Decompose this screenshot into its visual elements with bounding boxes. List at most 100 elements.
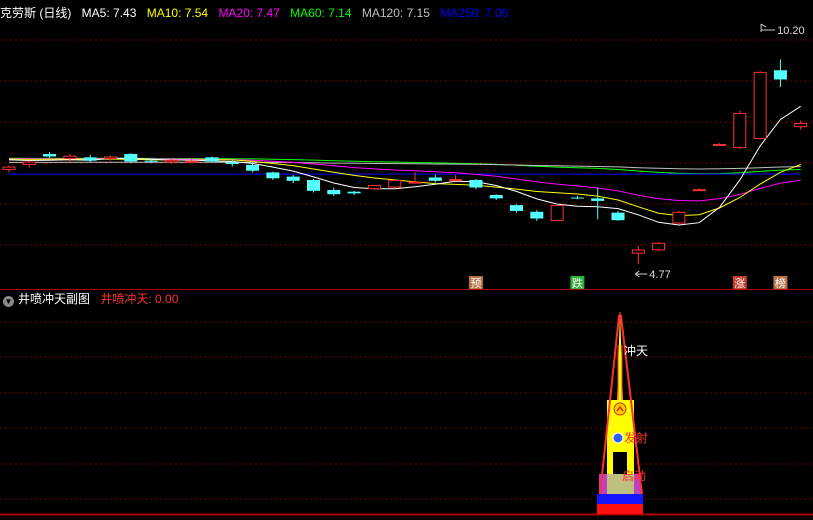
candle [672, 210, 686, 225]
candle [570, 195, 584, 200]
candle [489, 194, 503, 201]
moving-average-lines [8, 105, 801, 226]
price-labels: 10.20 4.77 [634, 23, 805, 281]
signal-label: 跌 [572, 276, 583, 290]
candle-body [489, 195, 503, 199]
candle [286, 174, 300, 184]
candle [327, 187, 341, 196]
candle [225, 159, 239, 167]
sub-chart-title[interactable]: 井喷冲天副图 [18, 292, 90, 306]
candle [428, 174, 442, 183]
ma20-line [8, 158, 801, 202]
candle-body [367, 184, 381, 190]
candle-body [164, 159, 178, 163]
candle-body [652, 242, 666, 251]
candle-body [469, 179, 483, 188]
candle [83, 154, 97, 163]
candle-body [185, 160, 199, 163]
candle [530, 210, 544, 221]
candle-body [408, 181, 422, 184]
signal-label: 涨 [734, 277, 745, 290]
candle-body [104, 156, 117, 160]
candle-body [63, 155, 77, 160]
candle [611, 210, 625, 221]
candle [347, 190, 361, 196]
low-price-label: 4.77 [649, 269, 670, 281]
high-arrow [760, 23, 767, 32]
annotation-top: 冲天 [624, 343, 648, 358]
signal-label: 预 [470, 277, 481, 290]
candle-body [692, 189, 706, 192]
candle-body [428, 177, 442, 181]
candle-body [733, 112, 747, 149]
tower-base-red [597, 504, 643, 514]
high-price-label: 10.20 [777, 25, 805, 37]
ma20-label: MA20: 7.47 [218, 6, 280, 20]
candle [367, 184, 381, 190]
candle [22, 160, 36, 168]
candle-body [2, 166, 16, 170]
candle [510, 204, 523, 213]
candle-body [347, 191, 361, 194]
annotation-launch: 发射 [624, 430, 648, 445]
candle-body [22, 161, 36, 165]
candle-body [672, 211, 686, 224]
tower-base-blue [597, 494, 643, 504]
candle-body [449, 179, 463, 182]
candle-body [388, 179, 402, 188]
candle-body [286, 176, 300, 181]
chart-canvas: 10.20 4.77 预 跌 涨 榜 冲天发射启动 [0, 23, 813, 516]
candle [104, 155, 117, 161]
candle-body [307, 179, 320, 191]
candle-body [225, 162, 239, 165]
ma10-label: MA10: 7.54 [146, 6, 209, 20]
candle [773, 59, 787, 87]
candle [631, 246, 645, 265]
candle [713, 143, 726, 146]
candle-body [794, 123, 808, 128]
candle [63, 154, 77, 162]
candle-body [246, 164, 260, 171]
ma5-label: MA5: 7.43 [81, 6, 137, 20]
candle [550, 204, 564, 222]
signal-markers: 预跌涨榜 [468, 276, 788, 290]
candle-body [266, 172, 280, 179]
sub-chart-header: ▼ 井喷冲天副图 井喷冲天: 0.00 [0, 290, 185, 308]
ma5-line [8, 105, 801, 226]
candle-body [205, 157, 219, 162]
candle [43, 151, 57, 159]
ma60-label: MA60: 7.14 [290, 6, 352, 20]
candle-body [124, 154, 138, 162]
candle [469, 179, 483, 190]
main-chart-header: 克劳斯 (日线) MA5: 7.43 MA10: 7.54 MA20: 7.47… [0, 4, 515, 22]
candle-body [144, 160, 158, 162]
candle-body [83, 157, 97, 161]
candle-body [327, 190, 341, 195]
chevron-down-icon[interactable]: ▼ [3, 296, 14, 307]
indicator-value: 井喷冲天: 0.00 [100, 292, 179, 306]
candle [733, 110, 747, 149]
candle-body [631, 249, 645, 254]
candle-body [773, 70, 787, 80]
candle-body [510, 205, 523, 211]
candle [591, 187, 605, 220]
candle [205, 156, 219, 163]
signal-label: 榜 [775, 276, 786, 290]
chevron-up-icon [613, 402, 627, 416]
candle-body [530, 211, 544, 219]
jet-tower-indicator: 冲天发射启动 [597, 311, 648, 514]
candle-body [713, 143, 726, 146]
grid-lines [0, 39, 813, 516]
candle-body [570, 197, 584, 199]
candle-body [611, 212, 625, 221]
candle [388, 179, 402, 189]
candle-body [550, 205, 564, 221]
candle [753, 71, 767, 140]
candle [652, 241, 666, 252]
candle [692, 188, 706, 192]
candle [266, 171, 280, 180]
stock-title[interactable]: 克劳斯 (日线) [0, 6, 71, 20]
candle-body [591, 198, 605, 201]
candle [2, 165, 16, 173]
ma120-label: MA120: 7.15 [361, 6, 430, 20]
